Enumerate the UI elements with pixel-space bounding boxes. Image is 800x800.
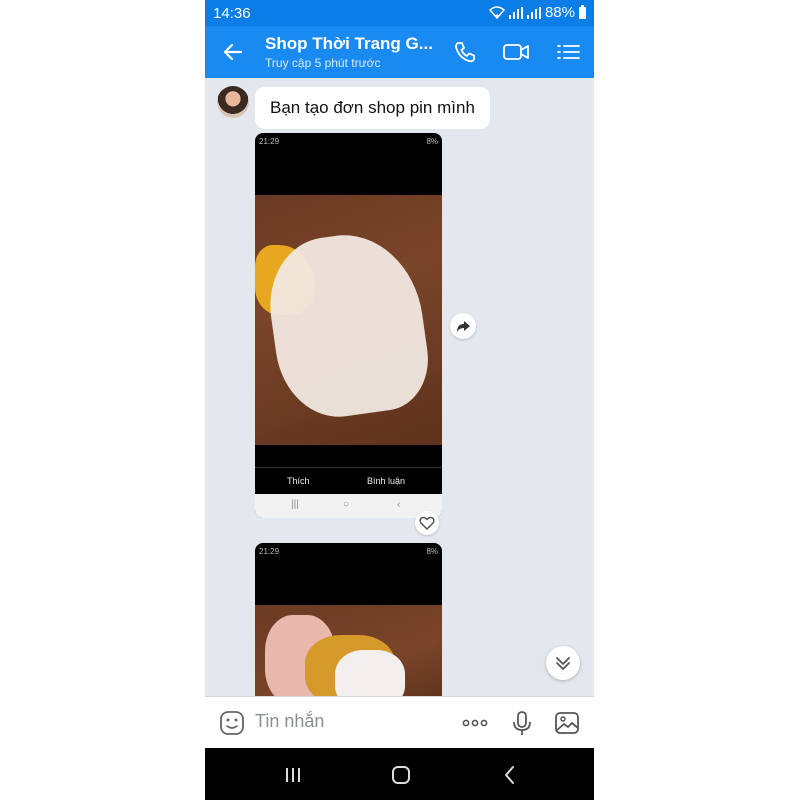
- screenshot-nav-bar: ||| ○ ‹: [255, 494, 442, 518]
- recent-apps-icon[interactable]: [280, 762, 306, 788]
- heart-icon: [419, 516, 435, 531]
- screenshot-battery: 8%: [426, 547, 438, 556]
- dress-photo: [255, 605, 442, 696]
- message-input[interactable]: Tin nhắn: [255, 711, 324, 732]
- message-bubble[interactable]: Bạn tạo đơn shop pin mình: [255, 87, 490, 129]
- screenshot-time: 21:29: [259, 547, 280, 556]
- scroll-to-bottom-button[interactable]: [546, 646, 580, 680]
- screenshot-battery: 8%: [426, 137, 438, 146]
- menu-list-icon[interactable]: [554, 38, 584, 66]
- sender-avatar[interactable]: [217, 86, 249, 118]
- image-icon[interactable]: [553, 709, 581, 737]
- home-icon[interactable]: [388, 762, 414, 788]
- screenshot-time: 21:29: [259, 137, 280, 146]
- screenshot-status-bar: 21:29 8%: [259, 547, 438, 557]
- battery-icon: [579, 4, 586, 19]
- image-message[interactable]: 21:29 8%: [255, 543, 442, 696]
- image-message[interactable]: 21:29 8% Thích Bình luận ||| ○ ‹: [255, 133, 442, 518]
- microphone-icon[interactable]: [508, 709, 536, 737]
- share-button[interactable]: [450, 313, 476, 339]
- chat-messages[interactable]: Bạn tạo đơn shop pin mình 21:29 8% Thích…: [205, 78, 594, 696]
- status-time: 14:36: [213, 5, 251, 22]
- phone-icon[interactable]: [450, 38, 480, 66]
- share-icon: [457, 321, 470, 332]
- status-bar: 14:36 88%: [205, 0, 594, 26]
- chat-subtitle: Truy cập 5 phút trước: [265, 56, 381, 70]
- battery-percent: 88%: [544, 4, 575, 21]
- wifi-icon: [488, 6, 505, 19]
- back-arrow-icon[interactable]: [219, 38, 247, 66]
- like-label: Thích: [287, 476, 310, 486]
- emoji-icon[interactable]: [218, 709, 246, 737]
- react-button[interactable]: [415, 511, 439, 535]
- signal-icon: [508, 6, 523, 19]
- dress-photo: [255, 195, 442, 445]
- screenshot-status-bar: 21:29 8%: [259, 137, 438, 147]
- message-input-bar: Tin nhắn: [205, 696, 594, 749]
- double-chevron-down-icon: [556, 657, 570, 670]
- system-nav-bar: [205, 748, 594, 800]
- signal-icon: [526, 6, 541, 19]
- more-icon[interactable]: [461, 709, 489, 737]
- chat-title[interactable]: Shop Thời Trang G...: [265, 34, 433, 54]
- chat-header: Shop Thời Trang G... Truy cập 5 phút trư…: [205, 26, 594, 78]
- back-icon[interactable]: [497, 762, 523, 788]
- phone-screen: 14:36 88% Shop Thời Trang G... Truy cập …: [205, 0, 594, 800]
- comment-label: Bình luận: [367, 476, 406, 486]
- video-call-icon[interactable]: [501, 38, 531, 66]
- facebook-action-bar: Thích Bình luận: [255, 467, 442, 494]
